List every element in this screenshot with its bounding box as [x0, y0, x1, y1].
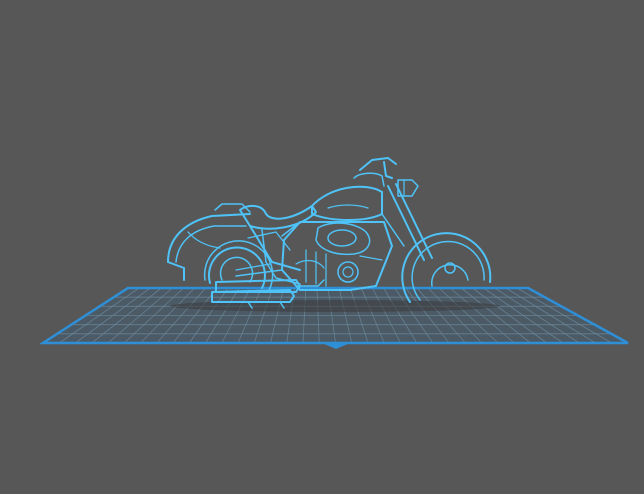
3d-viewport[interactable]: [0, 0, 644, 494]
build-plate: [38, 286, 629, 349]
scene-canvas[interactable]: [0, 0, 644, 494]
rear-wheel: [203, 240, 274, 293]
fuel-tank: [311, 172, 385, 221]
motorcycle-lithophane-model[interactable]: [167, 157, 492, 309]
front-marker-icon: [322, 343, 350, 349]
engine: [281, 221, 393, 291]
seat: [239, 204, 317, 230]
swing-arm: [235, 263, 283, 277]
